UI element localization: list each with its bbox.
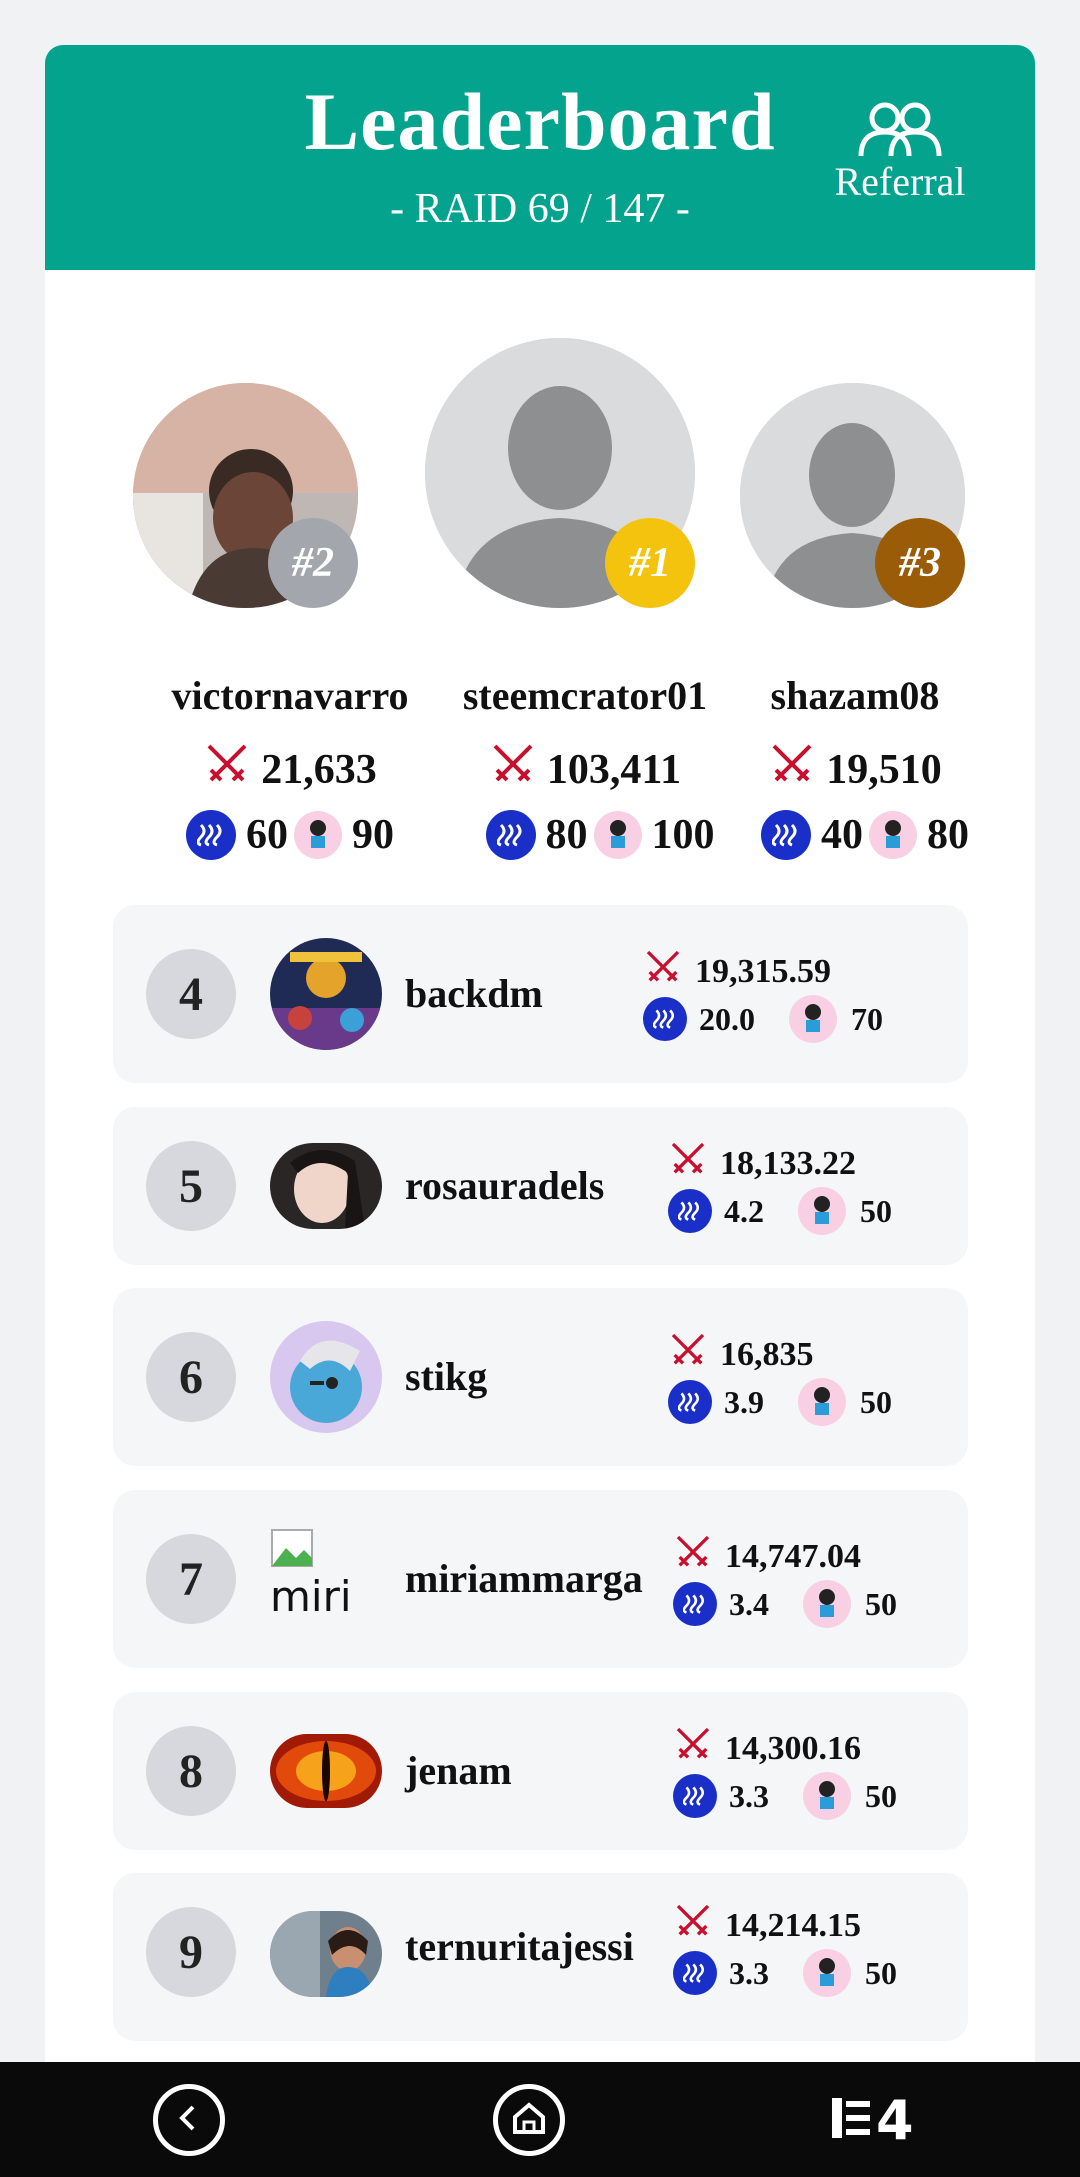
referral-icon [800,100,1000,160]
podium-score: 21,633 [145,740,435,799]
swords-icon [668,1139,708,1188]
steem-icon [673,1951,717,1995]
player-rewards: 4.2 50 [668,1187,892,1235]
leaderboard-row[interactable]: 8 jenam 14,300.16 3.3 50 [113,1692,968,1850]
pet-icon [803,1580,851,1628]
swords-icon [673,1532,713,1581]
player-score: 19,315.59 [643,947,831,996]
player-score: 14,747.04 [673,1532,861,1581]
pet-icon [798,1187,846,1235]
pet-icon [803,1772,851,1820]
back-icon [174,2103,204,2138]
rank-number: 6 [146,1332,236,1422]
avatar [270,1143,382,1229]
swords-icon [203,740,251,799]
podium-score: 103,411 [445,740,725,799]
player-name: stikg [405,1354,488,1399]
pet-icon [869,811,917,859]
swords-icon [668,1330,708,1379]
podium-name: victornavarro [171,673,409,718]
leaderboard-row[interactable]: 6 stikg 16,835 3.9 50 [113,1288,968,1466]
swords-icon [673,1724,713,1773]
steem-icon [186,810,236,860]
avatar [270,1911,382,1997]
leaderboard-row[interactable]: 4 backdm 19,315.59 20.0 70 [113,905,968,1083]
swords-icon [643,947,683,996]
player-name: rosauradels [405,1163,605,1208]
podium-rewards: 80 100 [465,810,735,860]
player-rewards: 3.4 50 [673,1580,897,1628]
player-rewards: 3.3 50 [673,1772,897,1820]
recent-apps-count: 4 [876,2088,914,2152]
rank-number: 8 [146,1726,236,1816]
leaderboard-row[interactable]: 5 rosauradels 18,133.22 4.2 50 [113,1107,968,1265]
pet-icon [789,995,837,1043]
swords-icon [768,740,816,799]
rank-number: 4 [146,949,236,1039]
referral-label: Referral [834,159,966,204]
player-rewards: 3.9 50 [668,1378,892,1426]
steem-icon [668,1380,712,1424]
rank-badge: #3 [875,518,965,608]
home-icon [511,2101,547,2140]
steem-icon [761,810,811,860]
rank-badge: #2 [268,518,358,608]
swords-icon [673,1901,713,1950]
player-name: backdm [405,971,543,1016]
podium-name: shazam08 [770,673,940,718]
player-score: 16,835 [668,1330,814,1379]
player-name: jenam [405,1748,512,1793]
player-score: 14,300.16 [673,1724,861,1773]
back-button[interactable] [153,2084,225,2156]
player-score: 14,214.15 [673,1901,861,1950]
avatar-alt-text: miri [270,1572,352,1621]
rank-number: 7 [146,1534,236,1624]
podium-rewards: 60 90 [165,810,415,860]
recent-apps-icon [830,2095,872,2146]
pet-icon [798,1378,846,1426]
swords-icon [489,740,537,799]
rank-number: 5 [146,1141,236,1231]
podium-score: 19,510 [725,740,985,799]
avatar [270,1734,382,1808]
player-name: ternuritajessi [405,1924,634,1969]
recent-apps-button[interactable]: 4 [830,2080,930,2160]
player-rewards: 3.3 50 [673,1949,897,1997]
avatar [270,1321,382,1433]
steem-icon [673,1582,717,1626]
steem-icon [643,997,687,1041]
leaderboard-row[interactable]: 7 miri miriammarga 14,747.04 3.4 50 [113,1490,968,1668]
pet-icon [803,1949,851,1997]
steem-icon [668,1189,712,1233]
steem-icon [485,810,536,860]
avatar-broken-image: miri [270,1528,382,1640]
podium-rewards: 40 80 [735,810,995,860]
player-rewards: 20.0 70 [643,995,883,1043]
steem-icon [673,1774,717,1818]
pet-icon [294,811,342,859]
podium-name: steemcrator01 [462,673,708,718]
leaderboard-header: Leaderboard - RAID 69 / 147 - Referral [45,45,1035,270]
pet-icon [593,811,642,859]
rank-badge: #1 [605,518,695,608]
referral-button[interactable]: Referral [800,100,1000,220]
player-name: miriammarga [405,1556,643,1601]
leaderboard-row[interactable]: 9 ternuritajessi 14,214.15 3.3 50 [113,1873,968,2041]
player-score: 18,133.22 [668,1139,856,1188]
rank-number: 9 [146,1907,236,1997]
navigation-bar: 4 [0,2062,1080,2177]
avatar [270,938,382,1050]
home-button[interactable] [493,2084,565,2156]
